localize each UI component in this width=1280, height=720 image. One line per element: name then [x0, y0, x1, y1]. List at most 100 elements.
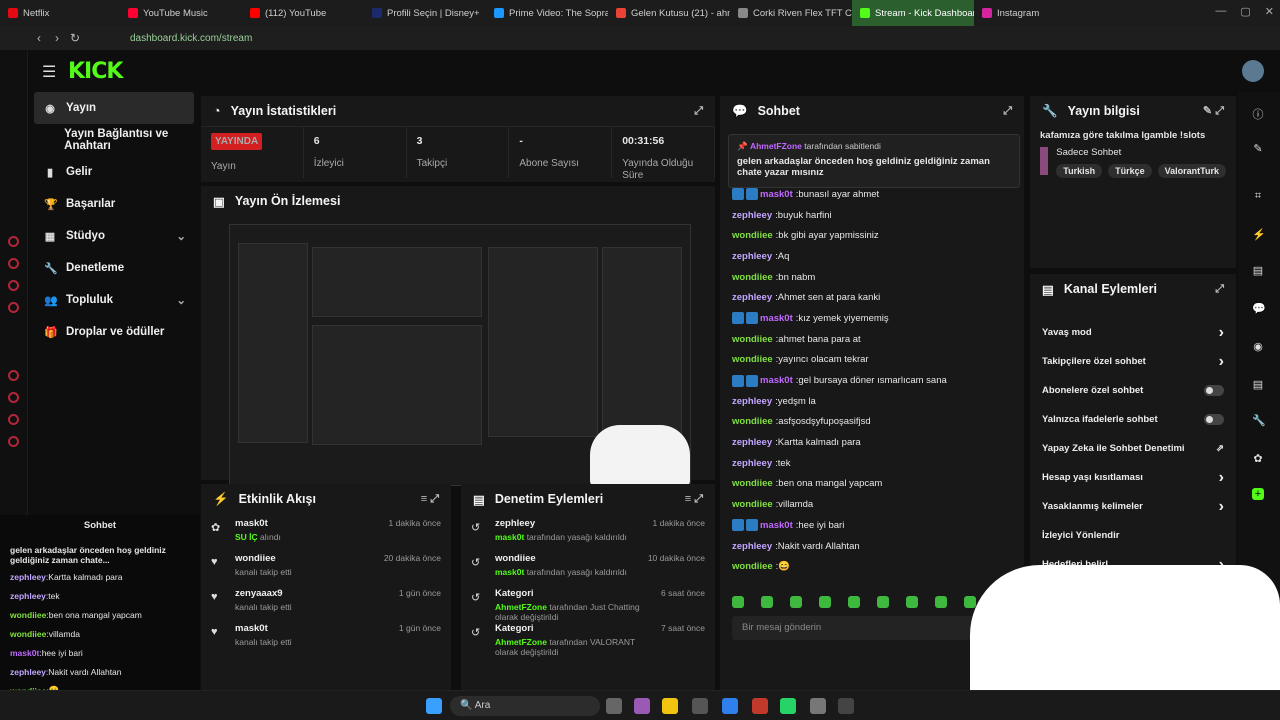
expand-icon[interactable]: ⤢	[1003, 105, 1012, 118]
feed-item[interactable]: ✿ mask0t SU İÇ alındı 1 dakika önce	[211, 518, 441, 553]
chat-username[interactable]: wondiiee	[732, 561, 773, 572]
chat-message[interactable]: zephleey: buyuk harfini	[732, 205, 1012, 226]
app-icon[interactable]	[722, 698, 738, 714]
sidebar-item[interactable]: ▦ Stüdyo ⌄	[34, 220, 194, 252]
chat-message[interactable]: zephleey: Kartta kalmadı para	[732, 432, 1012, 453]
channel-action[interactable]: İzleyici Yönlendir	[1030, 521, 1236, 550]
browser-tab[interactable]: Stream - Kick Dashboard	[852, 0, 974, 26]
sidebar-item[interactable]: Yayın Bağlantısı ve Anahtarı	[34, 124, 194, 156]
chat-username[interactable]: mask0t	[760, 313, 793, 324]
sidebar-app-icon[interactable]	[8, 414, 19, 425]
chat-username[interactable]: zephleey	[732, 251, 772, 262]
expand-icon[interactable]: ⤢	[1215, 283, 1224, 296]
folder-icon[interactable]	[662, 698, 678, 714]
browser-tab[interactable]: Netflix	[0, 0, 120, 26]
broadcast-icon[interactable]: ◉	[1252, 340, 1264, 353]
chat-username[interactable]: wondiiee	[732, 416, 773, 427]
screenshot-icon[interactable]: ⌗	[1252, 190, 1264, 202]
chat-icon[interactable]: 💬	[1252, 302, 1266, 315]
channel-action[interactable]: Yavaş mod ›	[1030, 318, 1236, 347]
sidebar-app-icon[interactable]	[8, 258, 19, 269]
feed-item[interactable]: ♥ wondiiee kanalı takip etti 20 dakika önce	[211, 553, 441, 588]
sidebar-app-icon[interactable]	[8, 392, 19, 403]
window-controls[interactable]: — ▢ ✕	[1215, 5, 1274, 18]
sidebar-item[interactable]: ▮ Gelir	[34, 156, 194, 188]
kick-logo[interactable]: KICK	[68, 59, 123, 84]
sidebar-item[interactable]: 🎁 Droplar ve ödüller	[34, 316, 194, 348]
toggle-switch[interactable]	[1204, 414, 1224, 425]
whatsapp-icon[interactable]	[780, 698, 796, 714]
toggle-switch[interactable]	[1204, 385, 1224, 396]
feed-item[interactable]: ↺ zephleey mask0t tarafından yasağı kaldır…	[471, 518, 705, 553]
sidebar-item[interactable]: 👥 Topluluk ⌄	[34, 284, 194, 316]
browser-tab[interactable]: Prime Video: The Sopra	[486, 0, 608, 26]
app-icon[interactable]	[838, 698, 854, 714]
expand-icon[interactable]: ⤢	[694, 105, 703, 118]
feed-item[interactable]: ↺ wondiiee mask0t tarafından yasağı kaldır…	[471, 553, 705, 588]
sidebar-app-icon[interactable]	[8, 302, 19, 313]
chat-message[interactable]: zephleey: yedşm la	[732, 391, 1012, 412]
menu-icon[interactable]: ☰	[42, 62, 56, 82]
sidebar-app-icon[interactable]	[8, 370, 19, 381]
channel-action[interactable]: Abonelere özel sohbet	[1030, 376, 1236, 405]
chat-message[interactable]: wondiiee: ben ona mangal yapcam	[732, 474, 1012, 495]
browser-tab[interactable]: YouTube Music	[120, 0, 242, 26]
url-field[interactable]: dashboard.kick.com/stream	[130, 33, 252, 44]
browser-tab[interactable]: (112) YouTube	[242, 0, 364, 26]
sidebar-app-icon[interactable]	[8, 436, 19, 447]
sidebar-item[interactable]: 🔧 Denetleme	[34, 252, 194, 284]
tag-chip[interactable]: ValorantTurk	[1157, 164, 1226, 178]
tag-chip[interactable]: Turkish	[1056, 164, 1103, 178]
sidebar-app-icon[interactable]	[8, 236, 19, 247]
feed-item[interactable]: ♥ mask0t kanalı takip etti 1 gün önce	[211, 623, 441, 658]
chat-username[interactable]: zephleey	[732, 396, 772, 407]
chat-message[interactable]: mask0t: bu nasıl ayar ahmet	[732, 184, 1012, 205]
feed-item[interactable]: ↺ Kategori AhmetFZone tarafından VALORANT …	[471, 623, 705, 658]
minimize-icon[interactable]: —	[1215, 5, 1226, 18]
actions-icon[interactable]: ▤	[1252, 378, 1264, 391]
wrench-icon[interactable]: 🔧	[1252, 414, 1266, 427]
channel-action[interactable]: Takipçilere özel sohbet ›	[1030, 347, 1236, 376]
chat-username[interactable]: wondiiee	[732, 478, 773, 489]
channel-action[interactable]: Yalnızca ifadelerle sohbet	[1030, 405, 1236, 434]
maximize-icon[interactable]: ▢	[1240, 5, 1250, 18]
app-icon[interactable]	[810, 698, 826, 714]
chat-username[interactable]: mask0t	[760, 189, 793, 200]
bolt-icon[interactable]: ⚡	[1252, 228, 1266, 241]
chat-message[interactable]: wondiiee: 😄	[732, 556, 1012, 577]
tag-chip[interactable]: Türkçe	[1108, 164, 1152, 178]
channel-action[interactable]: Yapay Zeka ile Sohbet Denetimi ⇗	[1030, 434, 1236, 463]
chat-message[interactable]: zephleey: Ahmet sen at para kanki	[732, 287, 1012, 308]
chat-username[interactable]: zephleey	[732, 210, 772, 221]
browser-tab[interactable]: Gelen Kutusu (21) - ahme	[608, 0, 730, 26]
chat-message[interactable]: wondiiee: ahmet bana para at	[732, 329, 1012, 350]
chat-username[interactable]: wondiiee	[732, 230, 773, 241]
chat-username[interactable]: wondiiee	[732, 272, 773, 283]
browser-tab[interactable]: Profili Seçin | Disney+	[364, 0, 486, 26]
sidebar-app-icon[interactable]	[8, 280, 19, 291]
pen-icon[interactable]: ✎	[1252, 142, 1264, 155]
filter-icon[interactable]: ≡ ⤢	[421, 493, 439, 506]
avatar[interactable]	[1242, 60, 1264, 82]
chat-username[interactable]: mask0t	[760, 520, 793, 531]
browser-tab[interactable]: Instagram	[974, 0, 1096, 26]
chat-username[interactable]: mask0t	[760, 375, 793, 386]
sidebar-item[interactable]: 🏆 Başarılar	[34, 188, 194, 220]
chat-username[interactable]: wondiiee	[732, 499, 773, 510]
browser-tab[interactable]: Corki Riven Flex TFT Co	[730, 0, 852, 26]
chat-message[interactable]: wondiiee: bn nabm	[732, 267, 1012, 288]
doc-icon[interactable]: ▤	[1252, 264, 1264, 277]
drops-icon[interactable]: ✿	[1252, 452, 1264, 465]
feed-item[interactable]: ↺ Kategori AhmetFZone tarafından Just Chat…	[471, 588, 705, 623]
chat-username[interactable]: wondiiee	[732, 354, 773, 365]
feed-item[interactable]: ♥ zenyaaax9 kanalı takip etti 1 gün önce	[211, 588, 441, 623]
windows-start-icon[interactable]	[426, 698, 442, 714]
chat-input[interactable]: Bir mesaj gönderin	[732, 616, 1002, 640]
sidebar-item[interactable]: ◉ Yayın	[34, 92, 194, 124]
chat-message[interactable]: wondiiee: villamda	[732, 494, 1012, 515]
store-icon[interactable]	[692, 698, 708, 714]
emote-bar[interactable]	[732, 596, 1005, 608]
close-icon[interactable]: ✕	[1265, 5, 1274, 18]
opera-icon[interactable]	[752, 698, 768, 714]
channel-action[interactable]: Yasaklanmış kelimeler ›	[1030, 492, 1236, 521]
